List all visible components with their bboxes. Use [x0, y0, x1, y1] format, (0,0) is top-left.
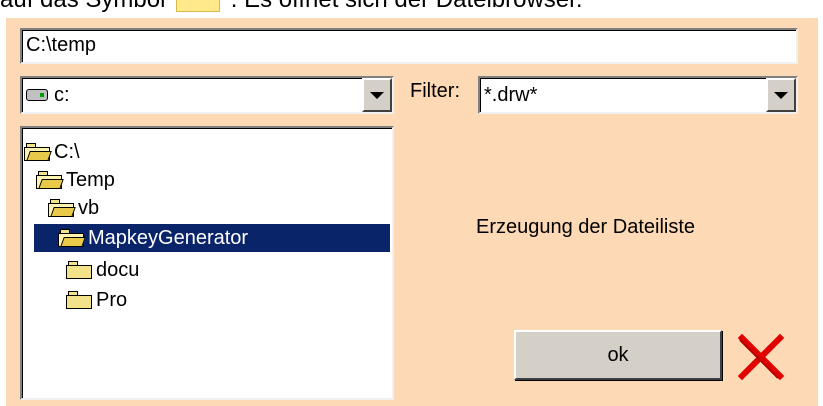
- tree-item-label: MapkeyGenerator: [88, 227, 249, 249]
- path-input[interactable]: C:\temp: [20, 28, 798, 64]
- tree-item-label: docu: [96, 259, 140, 281]
- chevron-down-icon: [370, 91, 384, 99]
- filter-value: *.drw*: [484, 84, 538, 106]
- drive-label: c:: [54, 84, 70, 106]
- file-browser-dialog: C:\temp c: Filter: *.drw* C:\ Temp vb Ma…: [6, 18, 818, 406]
- tree-item-vb[interactable]: vb: [48, 194, 105, 222]
- drive-select-value: c:: [26, 78, 358, 112]
- tree-item-pro[interactable]: Pro: [66, 286, 133, 314]
- status-text: Erzeugung der Dateiliste: [476, 216, 696, 238]
- folder-symbol-icon: [176, 0, 221, 12]
- drive-dropdown-button[interactable]: [362, 78, 392, 112]
- open-folder-icon: [24, 143, 52, 161]
- tree-item-label: Pro: [96, 289, 128, 311]
- filter-select-value: *.drw*: [484, 78, 762, 112]
- tree-item-docu[interactable]: docu: [66, 256, 145, 284]
- open-folder-icon: [58, 229, 86, 247]
- instruction-caption: auf das Symbol . Es öffnet sich der Date…: [0, 0, 583, 14]
- close-icon[interactable]: [738, 334, 784, 380]
- tree-item-label: Temp: [66, 169, 115, 191]
- directory-tree[interactable]: C:\ Temp vb MapkeyGenerator docu Pro: [20, 126, 394, 400]
- filter-label: Filter:: [410, 80, 460, 102]
- drive-select[interactable]: c:: [20, 76, 394, 114]
- open-folder-icon: [48, 199, 76, 217]
- ok-button[interactable]: ok: [514, 330, 722, 380]
- tree-item-label: vb: [78, 197, 100, 219]
- caption-prefix: auf das Symbol: [0, 0, 165, 13]
- caption-suffix: . Es öffnet sich der Dateibrowser.: [231, 0, 583, 13]
- tree-item-root[interactable]: C:\: [24, 138, 86, 166]
- drive-icon: [26, 89, 48, 101]
- filter-dropdown-button[interactable]: [766, 78, 796, 112]
- chevron-down-icon: [774, 91, 788, 99]
- tree-item-temp[interactable]: Temp: [36, 166, 121, 194]
- folder-icon: [66, 261, 92, 279]
- tree-item-label: C:\: [54, 141, 80, 163]
- folder-icon: [66, 291, 92, 309]
- open-folder-icon: [36, 171, 64, 189]
- filter-select[interactable]: *.drw*: [478, 76, 798, 114]
- tree-item-mapkeygenerator[interactable]: MapkeyGenerator: [34, 224, 390, 252]
